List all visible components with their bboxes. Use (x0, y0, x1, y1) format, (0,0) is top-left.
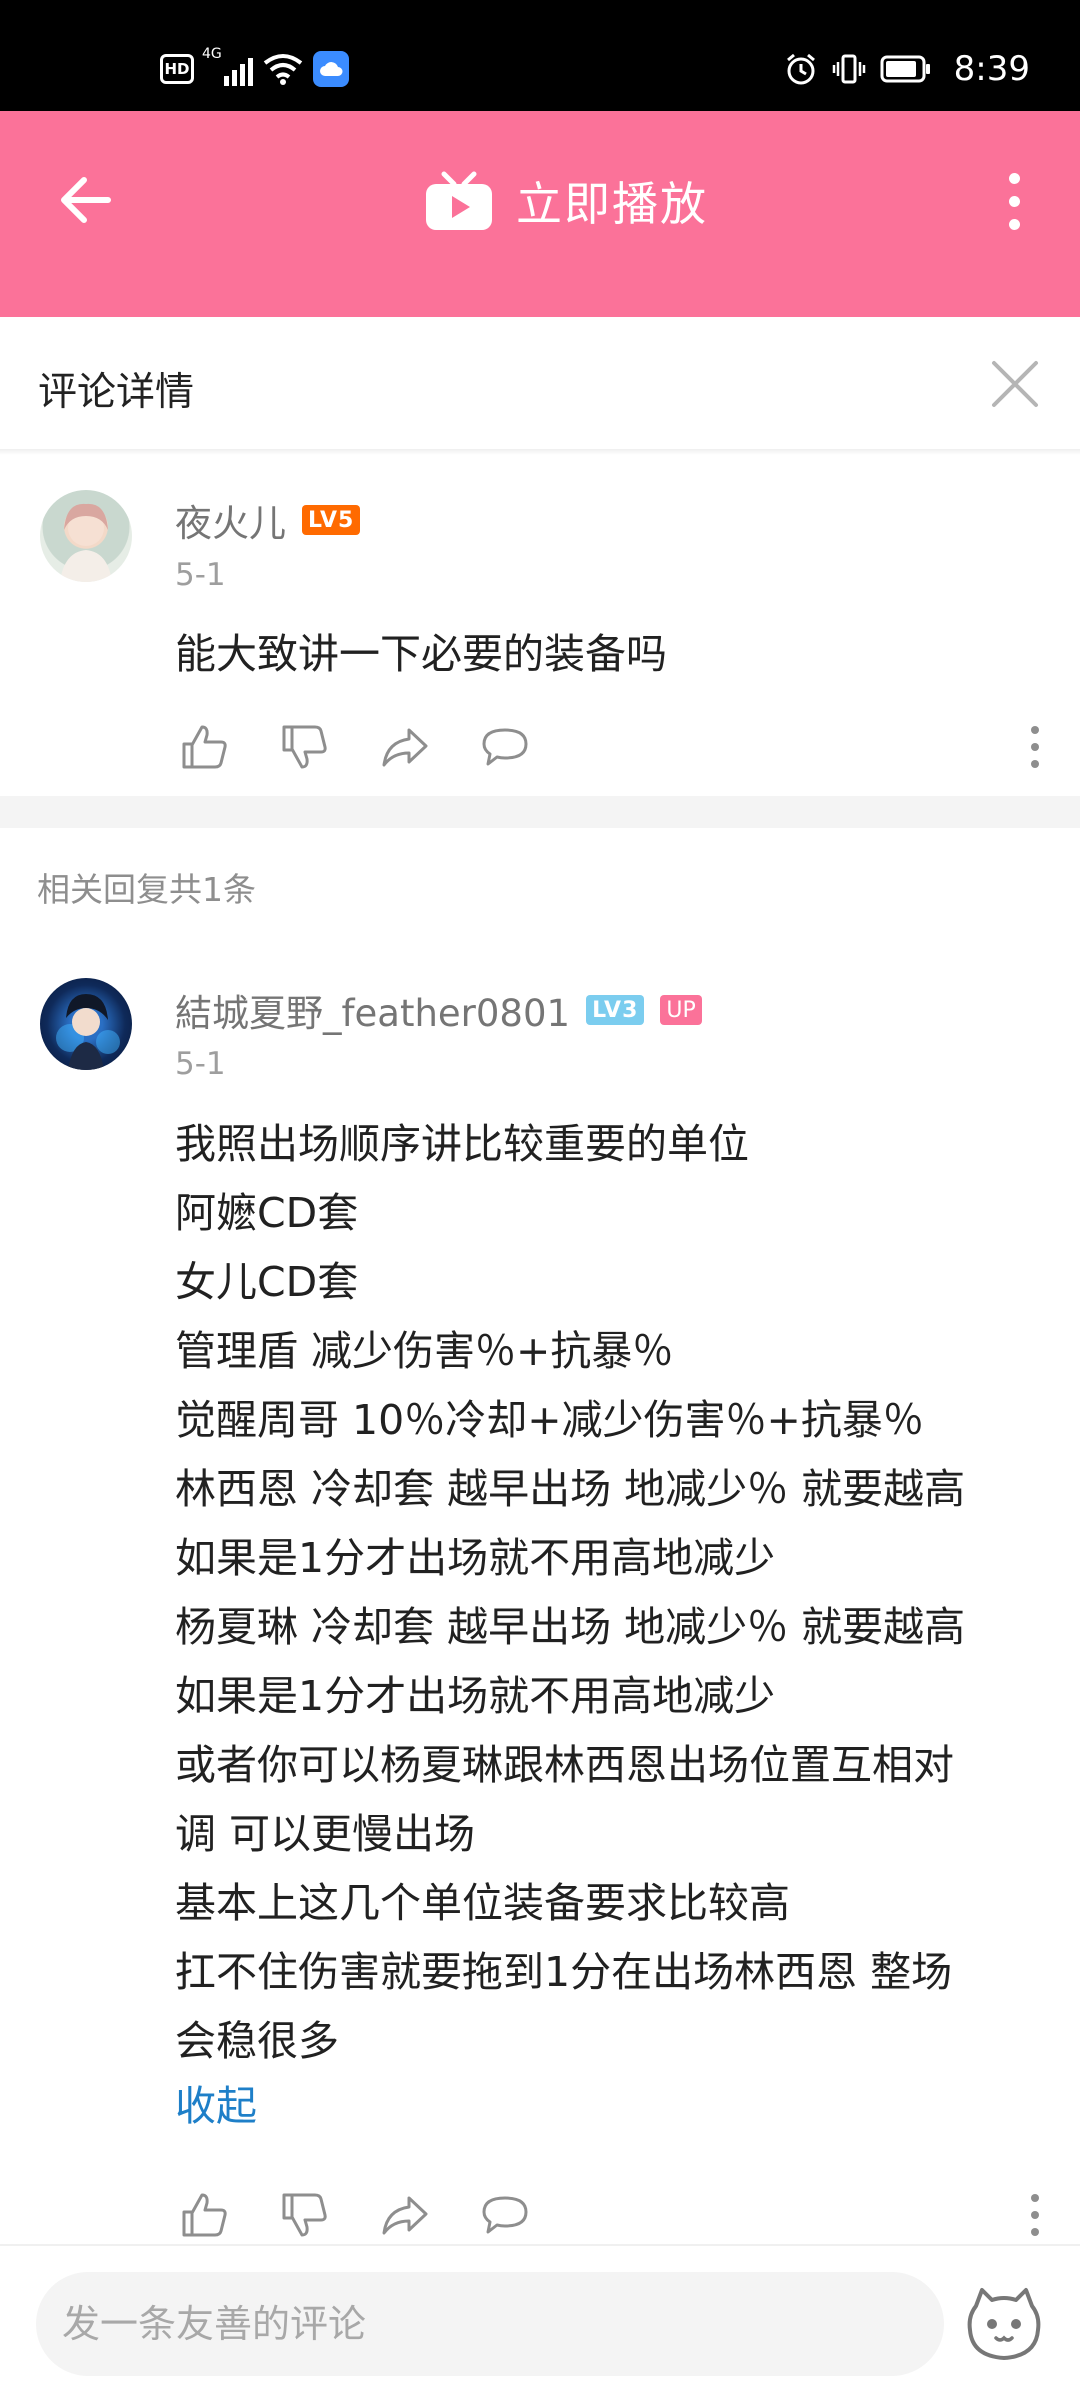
reply-actions (175, 2185, 1055, 2245)
dislike-button[interactable] (275, 717, 335, 777)
reply-button[interactable] (475, 2185, 535, 2245)
comment-date: 5-1 (175, 557, 226, 593)
play-now-button[interactable]: 立即播放 (424, 161, 708, 241)
reply-more-button[interactable] (1015, 2185, 1055, 2245)
thumbs-down-icon (282, 725, 327, 769)
reply-line: 或者你可以杨夏琳跟林西恩出场位置互相对 (175, 1741, 954, 1789)
more-vertical-icon (1031, 2194, 1039, 2202)
reply-line: 基本上这几个单位装备要求比较高 (175, 1879, 790, 1927)
reply-line: 阿嬷CD套 (175, 1189, 359, 1237)
close-icon[interactable] (988, 357, 1042, 411)
reply-line: 女儿CD套 (175, 1258, 359, 1306)
replies-count: 相关回复共1条 (37, 870, 256, 909)
thumbs-down-icon (282, 2193, 327, 2237)
section-divider (0, 796, 1080, 828)
reply-line: 如果是1分才出场就不用高地减少 (175, 1534, 776, 1582)
status-bar: HD 4G 8:39 (0, 0, 1080, 111)
reply-line: 如果是1分才出场就不用高地减少 (175, 1672, 776, 1720)
status-icons-right: 8:39 (784, 44, 1030, 94)
reply-line: 扛不住伤害就要拖到1分在出场林西恩 整场 (175, 1948, 953, 1996)
share-button[interactable] (375, 717, 435, 777)
main-comment: 夜火儿 LV5 5-1 能大致讲一下必要的装备吗 (0, 455, 1080, 796)
play-now-label: 立即播放 (516, 177, 708, 231)
comment-composer (0, 2246, 1080, 2400)
emoji-icon[interactable] (964, 2284, 1044, 2364)
like-button[interactable] (175, 717, 235, 777)
alarm-icon (786, 53, 815, 85)
reply-line: 杨夏琳 冷却套 越早出场 地减少％ 就要越高 (175, 1603, 966, 1651)
reply-username[interactable]: 結城夏野_feather0801 LV3 UP (175, 983, 702, 1037)
level-badge: LV3 (586, 995, 645, 1025)
arrow-left-icon (61, 177, 111, 223)
comment-more-button[interactable] (1015, 717, 1055, 777)
share-button[interactable] (375, 2185, 435, 2245)
comment-text: 能大致讲一下必要的装备吗 (175, 630, 667, 678)
hd-icon: HD (160, 54, 194, 84)
more-options-button[interactable] (984, 161, 1044, 241)
comment-detail-header: 评论详情 (0, 317, 1080, 449)
thumbs-up-icon (182, 2193, 227, 2237)
clock: 8:39 (953, 49, 1030, 89)
comment-input[interactable] (36, 2272, 944, 2376)
dislike-button[interactable] (275, 2185, 335, 2245)
more-vertical-icon (1031, 726, 1039, 734)
battery-icon (880, 55, 930, 83)
app-bar: 立即播放 (0, 111, 1080, 317)
avatar[interactable] (40, 978, 132, 1070)
reply-date: 5-1 (175, 1046, 226, 1082)
reply-line: 调 可以更慢出场 (175, 1810, 476, 1858)
collapse-link[interactable]: 收起 (175, 2076, 1055, 2136)
reply-line: 管理盾 减少伤害％+抗暴％ (175, 1327, 674, 1375)
reply-line: 会稳很多 (175, 2017, 339, 2065)
status-icons-left: HD 4G (160, 44, 349, 94)
comment-actions (175, 717, 1055, 777)
up-badge: UP (660, 995, 702, 1025)
signal-icon: 4G (202, 46, 253, 86)
reply-item: 結城夏野_feather0801 LV3 UP 5-1 我照出场顺序讲比较重要的… (0, 940, 1080, 2240)
share-icon (382, 728, 428, 767)
back-button[interactable] (50, 165, 120, 235)
reply-text: 我照出场顺序讲比较重要的单位 阿嬷CD套 女儿CD套 管理盾 减少伤害％+抗暴％… (175, 1110, 1055, 2136)
chat-bubble-icon (482, 728, 528, 766)
cloud-icon (313, 51, 349, 87)
comment-username[interactable]: 夜火儿 LV5 (175, 493, 361, 547)
level-badge: LV5 (302, 505, 361, 535)
like-button[interactable] (175, 2185, 235, 2245)
wifi-icon (263, 54, 303, 85)
thumbs-up-icon (182, 725, 227, 769)
tv-icon (426, 171, 492, 230)
more-vertical-icon (1008, 172, 1020, 184)
vibrate-icon (832, 54, 865, 84)
reply-line: 我照出场顺序讲比较重要的单位 (175, 1120, 749, 1168)
network-type-label: 4G (202, 46, 222, 62)
comment-detail-title: 评论详情 (38, 370, 195, 415)
username-text: 夜火儿 (175, 502, 286, 545)
share-icon (382, 2196, 428, 2235)
chat-bubble-icon (482, 2196, 528, 2234)
reply-line: 林西恩 冷却套 越早出场 地减少％ 就要越高 (175, 1465, 966, 1513)
username-text: 結城夏野_feather0801 (175, 992, 571, 1035)
reply-line: 觉醒周哥 10％冷却+减少伤害％+抗暴％ (175, 1396, 924, 1444)
avatar[interactable] (40, 490, 132, 582)
reply-button[interactable] (475, 717, 535, 777)
